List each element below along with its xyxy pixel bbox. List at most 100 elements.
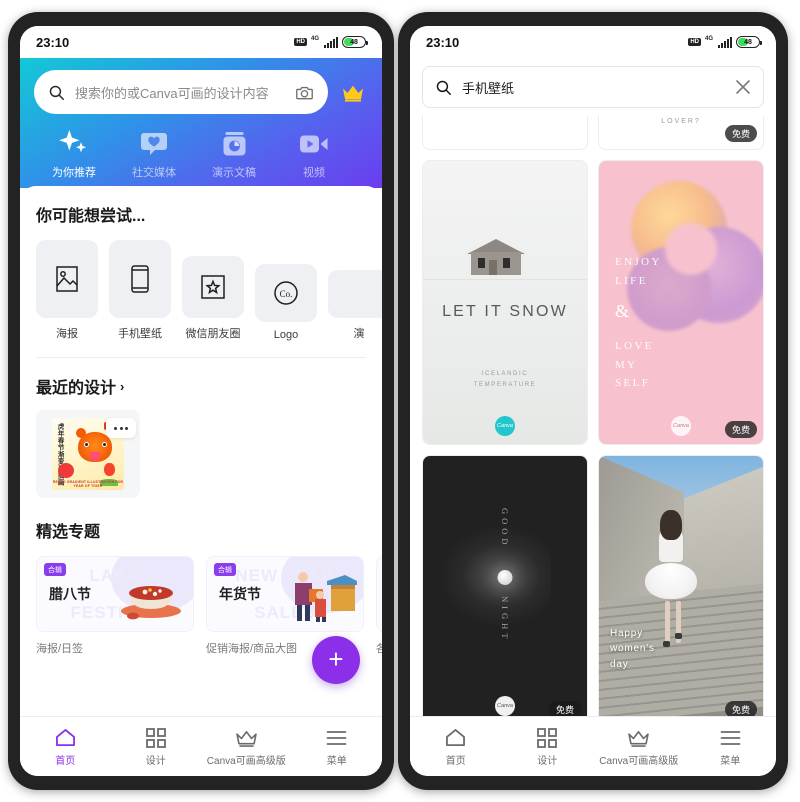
topic-subtitle: 海报/日签 [36, 643, 84, 655]
tab-social-media[interactable]: 社交媒体 [114, 128, 194, 180]
topic-badge: 合辑 [214, 563, 236, 576]
nav-label: 设计 [537, 755, 558, 767]
search-icon [436, 80, 451, 95]
tab-label: 社交媒体 [132, 167, 176, 179]
try-section: 你可能想尝试... 海报 手机壁纸 微信朋友圈 Co. Logo 演 [20, 186, 382, 341]
topic-card-laba[interactable]: 合辑 LABA FESTIVAL 腊八节 海报/日签 [36, 556, 194, 656]
try-tile-logo[interactable]: Co. Logo [255, 264, 317, 341]
camera-icon[interactable] [295, 84, 314, 101]
try-tiles: 海报 手机壁纸 微信朋友圈 Co. Logo 演 [36, 240, 382, 341]
nav-item-premium[interactable]: Canva可画高级版 [201, 727, 292, 767]
tab-for-you[interactable]: 为你推荐 [34, 128, 114, 180]
battery-level: 48 [350, 38, 358, 46]
search-header: 手机壁纸 [410, 58, 776, 116]
signal-icon [324, 36, 338, 48]
topics-section: 精选专题 合辑 LABA FESTIVAL 腊八节 海报/日签 合辑 NEW Y… [20, 518, 382, 656]
result-card-good-night[interactable]: GOOD NIGHT Canva 免费 [422, 455, 588, 725]
network-label: 4G [704, 36, 713, 42]
star-frame-icon [201, 275, 225, 299]
thumbnail-footer-text: RETRO GRADIENT ILLUSTRATION FOR YEAR OF … [52, 480, 124, 488]
left-phone-screen: 23:10 HD 4G 48 搜索你的或Canva可画的设计内容 为你推荐 社交… [20, 26, 382, 776]
laba-bowl-illustration [121, 586, 181, 620]
nav-item-menu[interactable]: 菜单 [292, 727, 383, 767]
nav-item-home[interactable]: 首页 [410, 727, 502, 767]
sparkle-icon [34, 128, 114, 160]
partial-card-left[interactable] [422, 116, 588, 150]
search-results[interactable]: DO MY LOVER? 免费 [410, 116, 776, 728]
svg-text:Co.: Co. [280, 289, 293, 299]
grid-icon [111, 727, 202, 749]
create-design-fab[interactable]: + [312, 636, 360, 684]
topic-name: 腊八节 [49, 586, 91, 602]
graphic-icon [354, 128, 382, 160]
recent-design-card[interactable]: 新年快 虎年春节渐变风插画 RETRO GRADIENT ILLUSTRATIO… [36, 410, 140, 498]
nav-label: 菜单 [720, 755, 741, 767]
canva-watermark-badge: Canva [495, 696, 515, 716]
result-card-womens-day[interactable]: Happy women's day 免费 [598, 455, 764, 725]
topic-subtitle: 各类 [376, 643, 382, 655]
right-phone-device: 23:10 HD 4G 48 手机壁纸 LOVER? 免费 LET IT SNO… [398, 12, 788, 790]
search-placeholder: 搜索你的或Canva可画的设计内容 [75, 85, 269, 101]
womens-day-artwork: Happy women's day 免费 [599, 456, 763, 724]
search-bar[interactable]: 手机壁纸 [422, 66, 764, 108]
free-badge: 免费 [724, 421, 757, 438]
search-bar[interactable]: 搜索你的或Canva可画的设计内容 [34, 70, 328, 114]
more-dots-icon[interactable] [106, 418, 136, 438]
result-card-enjoy-life[interactable]: ENJOY LIFE & LOVE MY SELF Canva 免费 [598, 160, 764, 445]
search-query-value: 手机壁纸 [462, 80, 515, 96]
recent-header[interactable]: 最近的设计 › [36, 374, 366, 398]
try-tile-poster[interactable]: 海报 [36, 240, 98, 341]
status-bar-left: 23:10 HD 4G 48 [20, 26, 382, 58]
close-icon[interactable] [735, 79, 751, 95]
nav-label: 首页 [445, 755, 466, 767]
grid-icon [502, 727, 594, 749]
crown-icon [201, 727, 292, 749]
tab-graphic[interactable]: 平面 [354, 128, 382, 180]
bottom-nav-left[interactable]: 首页 设计 Canva可画高级版 菜单 [20, 716, 382, 776]
results-column-left: LET IT SNOW ICELANDIC TEMPERATURE Canva [422, 160, 588, 725]
try-tile-presentation[interactable]: 演 [328, 270, 382, 341]
topic-card-illustration[interactable]: 上新 插 各类 [376, 556, 382, 656]
canva-watermark-badge: Canva [495, 416, 515, 436]
right-phone-screen: 23:10 HD 4G 48 手机壁纸 LOVER? 免费 LET IT SNO… [410, 26, 776, 776]
newyear-shopping-illustration [295, 572, 357, 622]
results-column-right: ENJOY LIFE & LOVE MY SELF Canva 免费 Happy… [598, 160, 764, 725]
nav-item-home[interactable]: 首页 [20, 727, 111, 767]
card-subtitle: ICELANDIC TEMPERATURE [473, 371, 537, 389]
battery-level: 48 [744, 38, 752, 46]
nav-item-design[interactable]: 设计 [502, 727, 594, 767]
home-content: 你可能想尝试... 海报 手机壁纸 微信朋友圈 Co. Logo 演 最近的设计… [20, 186, 382, 776]
house-illustration [467, 239, 525, 275]
partial-text-line1: DO MY [599, 116, 763, 117]
tab-video[interactable]: 视频 [274, 128, 354, 180]
partial-text-line2: LOVER? [661, 118, 701, 125]
card-ampersand: & [615, 301, 632, 321]
chevron-right-icon: › [120, 378, 125, 394]
good-night-artwork: GOOD NIGHT Canva 免费 [423, 456, 587, 724]
nav-item-menu[interactable]: 菜单 [685, 727, 777, 767]
premium-crown-button[interactable] [338, 83, 368, 102]
nav-item-design[interactable]: 设计 [111, 727, 202, 767]
try-tile-wallpaper[interactable]: 手机壁纸 [109, 240, 171, 341]
result-card-let-it-snow[interactable]: LET IT SNOW ICELANDIC TEMPERATURE Canva [422, 160, 588, 445]
partial-card-right[interactable]: DO MY LOVER? 免费 [598, 116, 764, 150]
nav-item-premium[interactable]: Canva可画高级版 [593, 727, 685, 767]
status-bar-right: 23:10 HD 4G 48 [410, 26, 776, 58]
bottom-nav-right[interactable]: 首页 设计 Canva可画高级版 菜单 [410, 716, 776, 776]
tab-label: 平面 [354, 164, 382, 180]
tab-label: 为你推荐 [52, 167, 96, 179]
try-tile-wechat-moments[interactable]: 微信朋友圈 [182, 256, 244, 341]
try-tile-label: Logo [273, 329, 299, 341]
let-it-snow-artwork: LET IT SNOW ICELANDIC TEMPERATURE Canva [423, 161, 587, 444]
partial-top-row: DO MY LOVER? 免费 [410, 116, 776, 150]
category-tabs[interactable]: 为你推荐 社交媒体 演示文稿 视频 [34, 114, 368, 188]
status-time: 23:10 [426, 34, 460, 50]
try-tile-label: 微信朋友圈 [185, 328, 241, 340]
status-time: 23:10 [36, 34, 70, 50]
menu-icon [292, 727, 383, 749]
section-divider [36, 357, 366, 358]
free-badge: 免费 [724, 125, 757, 142]
screenshot-stage: 23:10 HD 4G 48 搜索你的或Canva可画的设计内容 为你推荐 社交… [0, 0, 800, 802]
heart-chat-icon [114, 128, 194, 160]
tab-presentation[interactable]: 演示文稿 [194, 128, 274, 180]
